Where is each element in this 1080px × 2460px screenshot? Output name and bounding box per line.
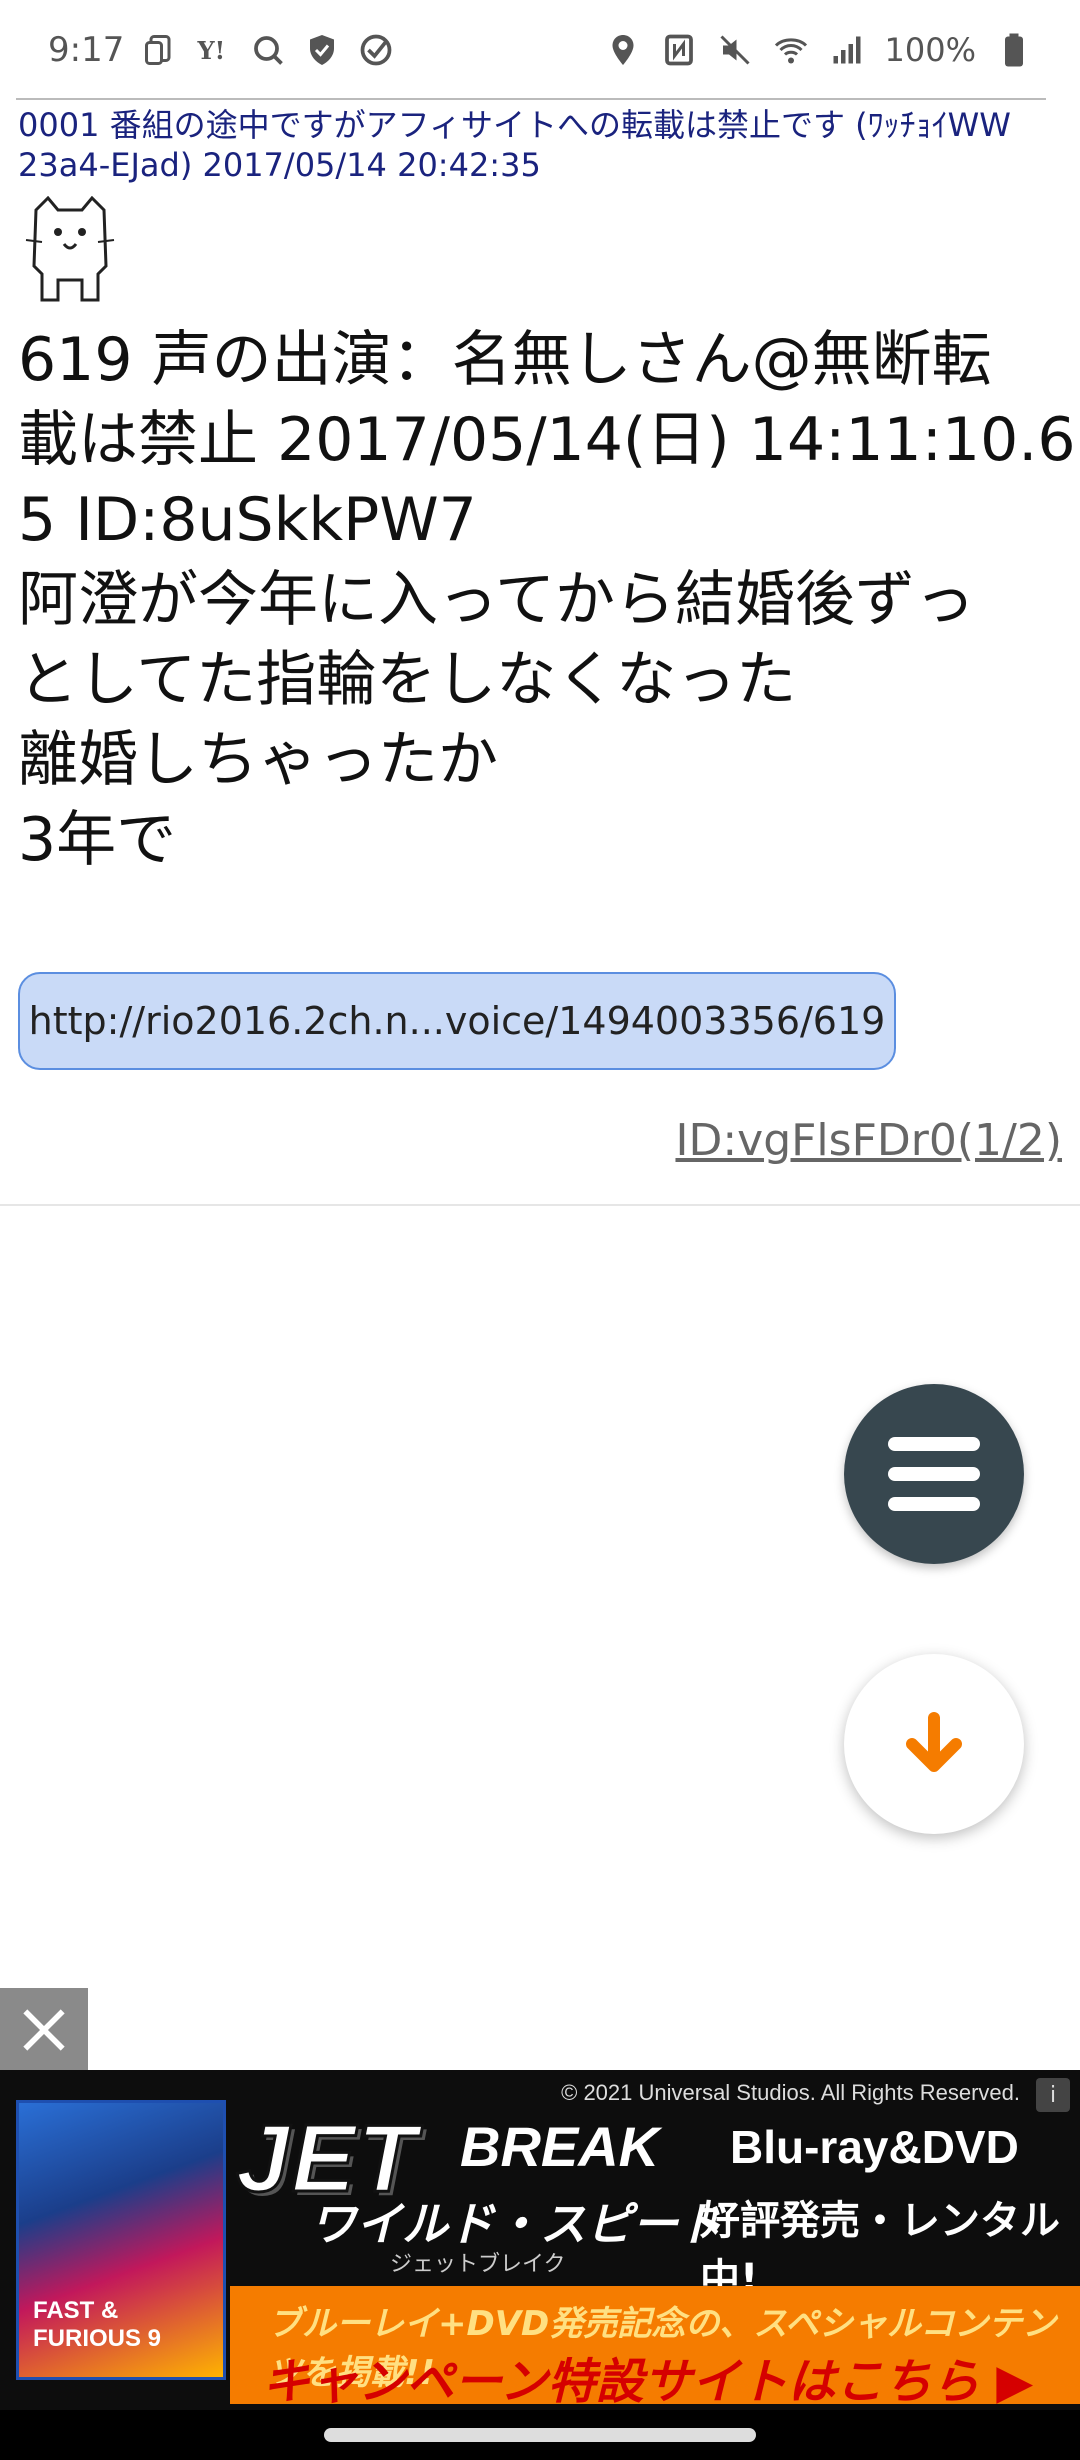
ad-title-kana: ジェットブレイク bbox=[390, 2252, 566, 2277]
body-line: 載は禁止 2017/05/14(日) 14:11:10.6 bbox=[18, 405, 1076, 475]
status-time: 9:17 bbox=[48, 30, 125, 70]
location-icon bbox=[605, 32, 641, 68]
cat-aa-icon bbox=[22, 195, 118, 306]
shield-icon bbox=[304, 32, 340, 68]
ad-cover-label: FAST & FURIOUS 9 bbox=[33, 2297, 162, 2352]
ad-info-icon[interactable]: i bbox=[1036, 2078, 1070, 2112]
hamburger-icon bbox=[888, 1437, 980, 1451]
home-gesture-pill[interactable] bbox=[324, 2428, 756, 2442]
header-divider bbox=[16, 98, 1046, 100]
yahoo-icon: Y! bbox=[196, 32, 232, 68]
svg-text:Y!: Y! bbox=[197, 36, 226, 65]
source-link-button[interactable]: http://rio2016.2ch.n...voice/1494003356/… bbox=[18, 972, 896, 1070]
quoted-post-body: 619 声の出演：名無しさん@無断転 載は禁止 2017/05/14(日) 14… bbox=[18, 320, 1076, 880]
id-link[interactable]: ID:vgFlsFDr0(1/2) bbox=[675, 1115, 1062, 1166]
status-bar: 9:17 Y! 100% bbox=[0, 0, 1080, 100]
body-line: 3年で bbox=[18, 805, 177, 875]
arrow-down-icon bbox=[906, 1712, 962, 1772]
ad-title-jp: ワイルド・スピード bbox=[310, 2197, 724, 2251]
ad-campaign-link[interactable]: キャンペーン特設サイトはこちら ▶ bbox=[262, 2342, 1033, 2410]
battery-percent: 100% bbox=[884, 31, 976, 69]
nfc-icon bbox=[661, 32, 697, 68]
scroll-down-button[interactable] bbox=[844, 1654, 1024, 1834]
wifi-icon bbox=[773, 32, 809, 68]
content-divider bbox=[0, 1204, 1080, 1206]
close-icon bbox=[23, 2009, 65, 2051]
ad-title-break: BREAK bbox=[460, 2115, 660, 2178]
mute-icon bbox=[717, 32, 753, 68]
ad-close-button[interactable] bbox=[0, 1988, 88, 2072]
check-circle-icon bbox=[358, 32, 394, 68]
body-line: 619 声の出演：名無しさん@無断転 bbox=[18, 325, 992, 395]
copy-icon bbox=[142, 32, 178, 68]
ad-banner[interactable]: © 2021 Universal Studios. All Rights Res… bbox=[0, 2070, 1080, 2410]
menu-button[interactable] bbox=[844, 1384, 1024, 1564]
hamburger-icon-bar bbox=[888, 1497, 980, 1511]
ad-copyright: © 2021 Universal Studios. All Rights Res… bbox=[561, 2080, 1020, 2105]
body-line: 5 ID:8uSkkPW7 bbox=[18, 485, 477, 555]
battery-icon bbox=[996, 32, 1032, 68]
signal-icon bbox=[829, 32, 865, 68]
ad-format: Blu-ray&DVD bbox=[730, 2121, 1019, 2173]
body-line: としてた指輪をしなくなった bbox=[18, 645, 797, 715]
hamburger-icon-bar bbox=[888, 1467, 980, 1481]
body-line: 阿澄が今年に入ってから結婚後ずっ bbox=[18, 565, 975, 635]
body-line: 離婚しちゃったか bbox=[18, 725, 498, 795]
search-icon bbox=[250, 32, 286, 68]
ad-bluray-cover: FAST & FURIOUS 9 bbox=[16, 2100, 226, 2380]
post-header: 0001 番組の途中ですがアフィサイトへの転載は禁止です (ﾜｯﾁｮｲWW 23… bbox=[18, 106, 1011, 184]
